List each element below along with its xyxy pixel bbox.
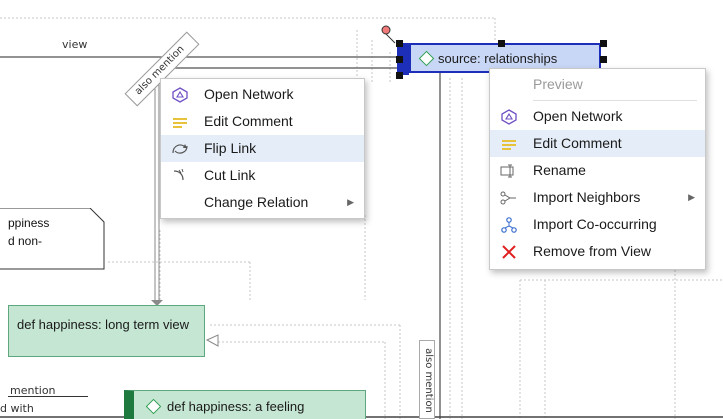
menu-item-label: Edit Comment [204, 113, 293, 129]
submenu-arrow-icon: ▶ [688, 192, 695, 202]
menu-item-cut-link[interactable]: Cut Link [161, 162, 364, 189]
network-icon [171, 86, 189, 104]
menu-item-label: Cut Link [204, 167, 256, 183]
code-diamond-icon [145, 398, 162, 414]
resize-handle-top-right[interactable] [600, 40, 607, 47]
node-context-menu: Preview Open Network Edit Comment Rename… [489, 68, 706, 270]
network-canvas[interactable]: view also mention also mention ppiness d… [0, 0, 723, 419]
partial-divider [8, 396, 88, 397]
node-def-happiness-long-term[interactable]: def happiness: long term view [8, 305, 205, 357]
node-def-happiness-feeling[interactable]: def happiness: a feeling [124, 390, 366, 419]
submenu-arrow-icon: ▶ [347, 197, 354, 207]
menu-item-label: Open Network [533, 108, 623, 124]
node-label: def happiness: long term view [17, 317, 189, 332]
menu-item-label: Remove from View [533, 243, 652, 259]
menu-item-label: Preview [533, 76, 583, 92]
resize-handle-mid-left[interactable] [396, 56, 403, 63]
rename-icon [500, 162, 518, 180]
cut-link-icon [171, 167, 189, 185]
node-label: def happiness: a feeling [167, 398, 305, 414]
comment-node-line1: ppiness [8, 216, 50, 230]
import-neighbors-icon [500, 189, 518, 207]
resize-handle-top-mid[interactable] [498, 40, 505, 47]
edge-label-text: also mention [422, 348, 434, 413]
menu-item-label: Open Network [204, 86, 294, 102]
edge-label-also-mention-vertical[interactable]: also mention [419, 340, 435, 419]
resize-handle-top-left[interactable] [396, 40, 403, 47]
network-icon [500, 108, 518, 126]
node-label: source: relationships [438, 50, 558, 66]
comment-icon [500, 135, 518, 153]
comment-node-line2: d non- [8, 234, 43, 248]
menu-item-remove-from-view[interactable]: Remove from View [490, 238, 705, 265]
menu-item-label: Import Neighbors [533, 189, 641, 205]
menu-item-flip-link[interactable]: Flip Link [161, 135, 364, 162]
edge-label-view: view [62, 38, 88, 51]
import-cooccurring-icon [500, 216, 518, 234]
resize-handle-mid-right[interactable] [600, 56, 607, 63]
code-diamond-icon [418, 50, 435, 66]
resize-handle-bottom-left[interactable] [396, 72, 403, 79]
menu-item-preview: Preview [490, 71, 705, 98]
menu-item-edit-comment[interactable]: Edit Comment [161, 108, 364, 135]
menu-item-label: Rename [533, 162, 586, 178]
menu-separator [533, 100, 697, 101]
menu-item-label: Flip Link [204, 140, 257, 156]
menu-item-open-network[interactable]: Open Network [161, 81, 364, 108]
comment-icon [171, 113, 189, 131]
remove-icon [500, 243, 518, 261]
menu-item-label: Import Co-occurring [533, 216, 657, 232]
menu-item-change-relation[interactable]: Change Relation ▶ [161, 189, 364, 216]
menu-item-open-network[interactable]: Open Network [490, 103, 705, 130]
menu-item-label: Change Relation [204, 194, 309, 210]
link-context-menu: Open Network Edit Comment Flip Link Cut … [160, 78, 365, 219]
partial-label-with: d with [0, 402, 34, 415]
comment-node[interactable]: ppiness d non- [0, 208, 106, 270]
menu-item-edit-comment[interactable]: Edit Comment [490, 130, 705, 157]
menu-item-import-neighbors[interactable]: Import Neighbors ▶ [490, 184, 705, 211]
flip-link-icon [171, 140, 189, 158]
menu-item-rename[interactable]: Rename [490, 157, 705, 184]
menu-item-import-cooccurring[interactable]: Import Co-occurring [490, 211, 705, 238]
menu-item-label: Edit Comment [533, 135, 622, 151]
